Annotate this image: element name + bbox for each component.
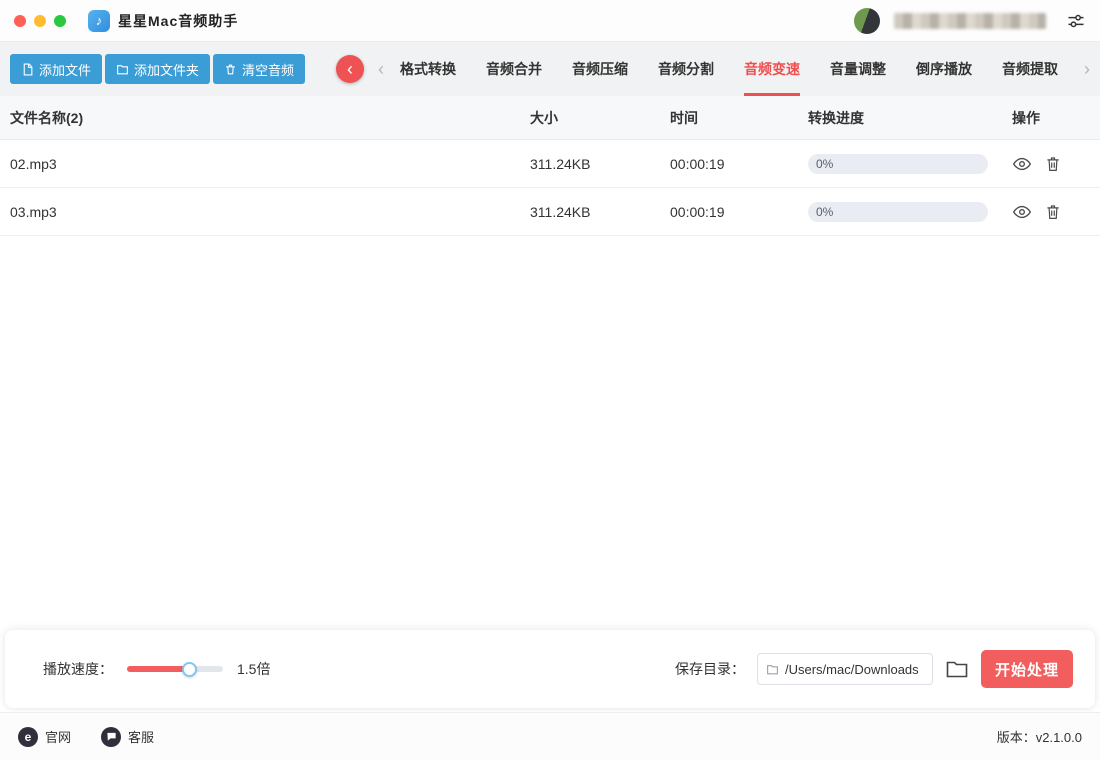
speed-label: 播放速度：: [43, 661, 113, 677]
tab-audio-speed[interactable]: 音频变速: [744, 42, 801, 96]
add-folder-button[interactable]: 添加文件夹: [105, 54, 211, 84]
preview-eye-icon[interactable]: [1012, 202, 1032, 222]
speed-slider[interactable]: [127, 660, 223, 678]
app-logo-music-note-icon: ♪: [88, 9, 110, 32]
tab-audio-merge[interactable]: 音频合并: [486, 42, 542, 96]
delete-trash-icon[interactable]: [1044, 155, 1062, 173]
footer: e 官网 客服 版本：v2.1.0.0: [0, 712, 1100, 760]
table-row: 02.mp3 311.24KB 00:00:19 0%: [0, 140, 1100, 188]
file-time: 00:00:19: [670, 155, 725, 172]
official-site-label: 官网: [45, 730, 72, 745]
clear-audio-label: 清空音频: [242, 62, 295, 78]
slider-thumb[interactable]: [182, 661, 198, 677]
header-time: 时间: [670, 109, 698, 126]
customer-support-link[interactable]: 客服: [101, 726, 155, 747]
trash-icon: [224, 63, 237, 76]
zoom-window-button[interactable]: [54, 14, 66, 27]
save-dir-input[interactable]: /Users/mac/Downloads: [757, 653, 933, 685]
collapse-back-button[interactable]: ‹: [336, 55, 365, 83]
small-folder-icon: [766, 663, 779, 676]
speed-value: 1.5倍: [237, 661, 271, 677]
save-dir-path: /Users/mac/Downloads: [785, 661, 919, 677]
feature-tabs: 格式转换 音频合并 音频压缩 音频分割 音频变速 音量调整 倒序播放 音频提取: [400, 42, 1078, 96]
official-site-link[interactable]: e 官网: [18, 726, 72, 747]
tab-reverse-play[interactable]: 倒序播放: [916, 42, 972, 96]
tabs-scroll-right-icon[interactable]: ›: [1084, 42, 1090, 96]
progress-bar: 0%: [808, 201, 988, 222]
tab-audio-compress[interactable]: 音频压缩: [572, 42, 628, 96]
browse-folder-icon[interactable]: [945, 657, 969, 681]
table-row: 03.mp3 311.24KB 00:00:19 0%: [0, 188, 1100, 236]
header-actions: 操作: [1012, 109, 1040, 126]
save-dir-label: 保存目录：: [675, 661, 745, 677]
header-file-name: 文件名称(2): [10, 109, 84, 126]
table-header: 文件名称(2) 大小 时间 转换进度 操作: [0, 96, 1100, 140]
delete-trash-icon[interactable]: [1044, 203, 1062, 221]
globe-icon: e: [18, 726, 38, 747]
tab-format-convert[interactable]: 格式转换: [400, 42, 456, 96]
support-label: 客服: [128, 730, 155, 745]
file-name: 03.mp3: [10, 203, 57, 220]
clear-audio-button[interactable]: 清空音频: [213, 54, 306, 84]
add-file-label: 添加文件: [39, 62, 92, 78]
preview-eye-icon[interactable]: [1012, 154, 1032, 174]
bottom-control-bar: 播放速度： 1.5倍 保存目录： /Users/mac/Downloads 开始…: [5, 630, 1095, 708]
add-file-button[interactable]: 添加文件: [10, 54, 103, 84]
add-folder-label: 添加文件夹: [134, 62, 200, 78]
file-name: 02.mp3: [10, 155, 57, 172]
file-time: 00:00:19: [670, 203, 725, 220]
toolbar-strip: 添加文件 添加文件夹 清空音频 ‹ ‹ 格式转换 音频合并 音频压缩 音频分割 …: [0, 42, 1100, 96]
redacted-username: [894, 12, 1046, 29]
slider-fill: [127, 666, 191, 672]
tab-volume-adjust[interactable]: 音量调整: [830, 42, 886, 96]
minimize-window-button[interactable]: [34, 14, 46, 27]
start-processing-button[interactable]: 开始处理: [981, 650, 1073, 688]
version-label: 版本：v2.1.0.0: [996, 730, 1082, 745]
file-icon: [21, 63, 34, 76]
user-avatar[interactable]: [854, 7, 880, 34]
header-progress: 转换进度: [808, 109, 864, 126]
tabs-scroll-left-icon[interactable]: ‹: [378, 42, 384, 96]
tab-audio-extract[interactable]: 音频提取: [1002, 42, 1058, 96]
close-window-button[interactable]: [14, 14, 26, 27]
settings-sliders-icon[interactable]: [1066, 11, 1086, 31]
window-controls: [14, 14, 66, 27]
progress-bar: 0%: [808, 153, 988, 174]
folder-icon: [116, 63, 129, 76]
titlebar: ♪ 星星Mac音频助手: [0, 0, 1100, 42]
chat-bubble-icon: [101, 726, 122, 747]
app-identity: ♪ 星星Mac音频助手: [88, 9, 239, 32]
tab-audio-split[interactable]: 音频分割: [658, 42, 714, 96]
file-size: 311.24KB: [530, 203, 591, 220]
app-title: 星星Mac音频助手: [118, 12, 239, 29]
file-size: 311.24KB: [530, 155, 591, 172]
header-size: 大小: [530, 109, 558, 126]
